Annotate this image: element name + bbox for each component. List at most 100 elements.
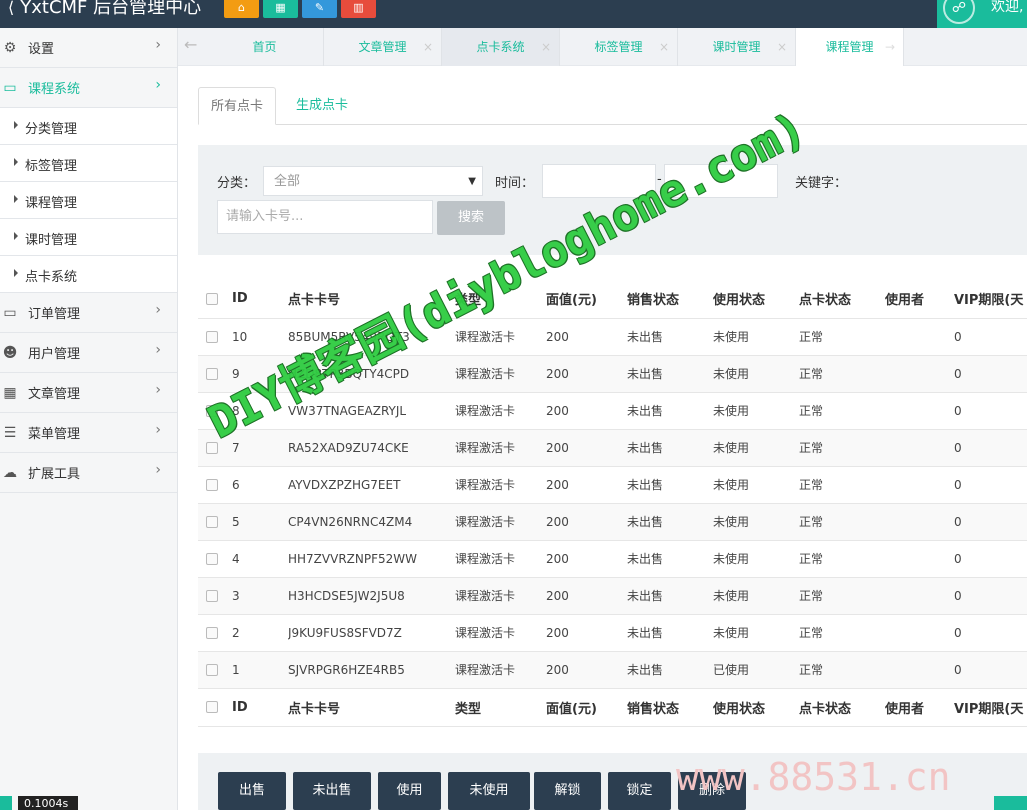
tab-3[interactable]: 标签管理 ×: [560, 28, 678, 66]
row-checkbox[interactable]: [206, 479, 218, 491]
cell-card: RA52XAD9ZU74CKE: [288, 429, 455, 467]
sidebar-item-label: 课程系统: [28, 82, 81, 97]
cell-type: 课程激活卡: [455, 503, 546, 541]
cell-id: 3: [232, 577, 288, 615]
sidebar-subitem-label: 标签管理: [25, 159, 78, 174]
sidebar-item-4[interactable]: ▦ 文章管理 ›: [0, 373, 177, 413]
cell-type: 课程激活卡: [455, 614, 546, 652]
tab-1[interactable]: 文章管理 ×: [324, 28, 442, 66]
brand[interactable]: ⟨ YxtCMF 后台管理中心: [8, 0, 201, 19]
table-row[interactable]: 2 J9KU9FUS8SFVD7Z 课程激活卡 200 未出售 未使用 正常 0: [198, 614, 1027, 652]
subtab-generate-cards[interactable]: 生成点卡: [284, 87, 360, 125]
cell-sale: 未出售: [627, 577, 713, 615]
subtab-all-cards[interactable]: 所有点卡: [198, 87, 277, 125]
caret-right-icon: [14, 158, 18, 166]
table-row[interactable]: 1 SJVRPGR6HZE4RB5 课程激活卡 200 未出售 已使用 正常 0: [198, 651, 1027, 689]
table-row[interactable]: 6 AYVDXZPZHG7EET 课程激活卡 200 未出售 未使用 正常 0: [198, 466, 1027, 504]
sidebar-item-3[interactable]: ☻ 用户管理 ›: [0, 333, 177, 373]
user-welcome[interactable]: ☍ 欢迎,: [937, 0, 1027, 28]
cell-value: 200: [546, 540, 627, 578]
sidebar-subitem-1[interactable]: 标签管理: [0, 145, 177, 182]
tab-label: 课时管理: [712, 40, 761, 54]
chevron-right-icon: ›: [155, 382, 161, 398]
tab-5[interactable]: 课程管理 →: [796, 28, 904, 66]
table-row[interactable]: 4 HH7ZVVRZNPF52WW 课程激活卡 200 未出售 未使用 正常 0: [198, 540, 1027, 578]
cell-type: 课程激活卡: [455, 577, 546, 615]
toolbar-home-button[interactable]: ⌂: [224, 0, 259, 18]
sidebar-item-5[interactable]: ☰ 菜单管理 ›: [0, 413, 177, 453]
caret-right-icon: [14, 232, 18, 240]
table-row[interactable]: 5 CP4VN26NRNC4ZM4 课程激活卡 200 未出售 未使用 正常 0: [198, 503, 1027, 541]
cell-card: CP4VN26NRNC4ZM4: [288, 503, 455, 541]
toolbar-grid-button[interactable]: ▦: [263, 0, 298, 18]
header-col-4: 销售状态: [627, 280, 713, 319]
sidebar-subitem-0[interactable]: 分类管理: [0, 108, 177, 145]
table-row[interactable]: 7 RA52XAD9ZU74CKE 课程激活卡 200 未出售 未使用 正常 0: [198, 429, 1027, 467]
row-checkbox[interactable]: [206, 627, 218, 639]
sidebar-item-2[interactable]: ▭ 订单管理 ›: [0, 293, 177, 333]
cell-user: [885, 355, 954, 393]
cell-type: 课程激活卡: [455, 429, 546, 467]
gear-icon: ⚙: [3, 40, 17, 56]
cell-status: 正常: [799, 503, 885, 541]
sidebar-item-1[interactable]: ▭ 课程系统 ›: [0, 68, 177, 108]
header-col-5: 使用状态: [713, 280, 799, 319]
close-icon[interactable]: ×: [423, 28, 433, 66]
cell-type: 课程激活卡: [455, 540, 546, 578]
category-select[interactable]: 全部 ▼: [263, 166, 483, 196]
cell-use: 未使用: [713, 355, 799, 393]
table-row[interactable]: 3 H3HCDSE5JW2J5U8 课程激活卡 200 未出售 未使用 正常 0: [198, 577, 1027, 615]
cell-sale: 未出售: [627, 318, 713, 356]
row-checkbox[interactable]: [206, 368, 218, 380]
cell-sale: 未出售: [627, 429, 713, 467]
sidebar-subitem-4[interactable]: 点卡系统: [0, 256, 177, 293]
sidebar-item-0[interactable]: ⚙ 设置 ›: [0, 28, 177, 68]
category-label: 分类：: [217, 176, 257, 191]
row-checkbox[interactable]: [206, 442, 218, 454]
cell-vip: 0: [954, 392, 1027, 430]
cell-vip: 0: [954, 540, 1027, 578]
select-all-checkbox[interactable]: [206, 292, 218, 305]
select-all-checkbox[interactable]: [206, 701, 218, 713]
row-checkbox[interactable]: [206, 553, 218, 565]
trash-icon: ▥: [353, 1, 364, 14]
close-icon[interactable]: ×: [541, 28, 551, 66]
tab-2[interactable]: 点卡系统 ×: [442, 28, 560, 66]
tab-scroll-left-icon[interactable]: ←: [184, 35, 197, 54]
row-checkbox-cell: [198, 318, 232, 356]
action-button-2[interactable]: 使用: [378, 772, 441, 810]
card-number-input[interactable]: 请输入卡号...: [217, 200, 433, 234]
action-button-4[interactable]: 解锁: [534, 772, 601, 810]
tab-0[interactable]: 首页: [206, 28, 324, 66]
tab-scroll-right-icon[interactable]: →: [885, 28, 895, 66]
cell-sale: 未出售: [627, 540, 713, 578]
row-checkbox[interactable]: [206, 331, 218, 343]
toolbar-edit-button[interactable]: ✎: [302, 0, 337, 18]
row-checkbox[interactable]: [206, 516, 218, 528]
search-button[interactable]: 搜索: [437, 201, 505, 235]
row-checkbox[interactable]: [206, 664, 218, 676]
caret-down-icon: ▼: [468, 176, 476, 187]
sidebar-subitem-3[interactable]: 课时管理: [0, 219, 177, 256]
chevron-right-icon: ›: [155, 37, 161, 53]
sidebar-subitem-label: 课程管理: [25, 196, 78, 211]
sidebar-item-6[interactable]: ☁ 扩展工具 ›: [0, 453, 177, 493]
row-checkbox-cell: [198, 540, 232, 578]
sidebar-subitem-label: 分类管理: [25, 122, 78, 137]
action-button-5[interactable]: 锁定: [608, 772, 671, 810]
watermark-url: www.88531.cn: [676, 755, 951, 799]
action-button-1[interactable]: 未出售: [293, 772, 371, 810]
cell-sale: 未出售: [627, 503, 713, 541]
tab-4[interactable]: 课时管理 ×: [678, 28, 796, 66]
close-icon[interactable]: ×: [659, 28, 669, 66]
action-button-0[interactable]: 出售: [218, 772, 286, 810]
close-icon[interactable]: ×: [777, 28, 787, 66]
toolbar-trash-button[interactable]: ▥: [341, 0, 376, 18]
action-button-3[interactable]: 未使用: [448, 772, 530, 810]
cell-value: 200: [546, 577, 627, 615]
row-checkbox[interactable]: [206, 590, 218, 602]
header-col-8: VIP期限(天: [954, 280, 1027, 319]
sidebar-subitem-2[interactable]: 课程管理: [0, 182, 177, 219]
cell-vip: 0: [954, 577, 1027, 615]
cell-vip: 0: [954, 355, 1027, 393]
